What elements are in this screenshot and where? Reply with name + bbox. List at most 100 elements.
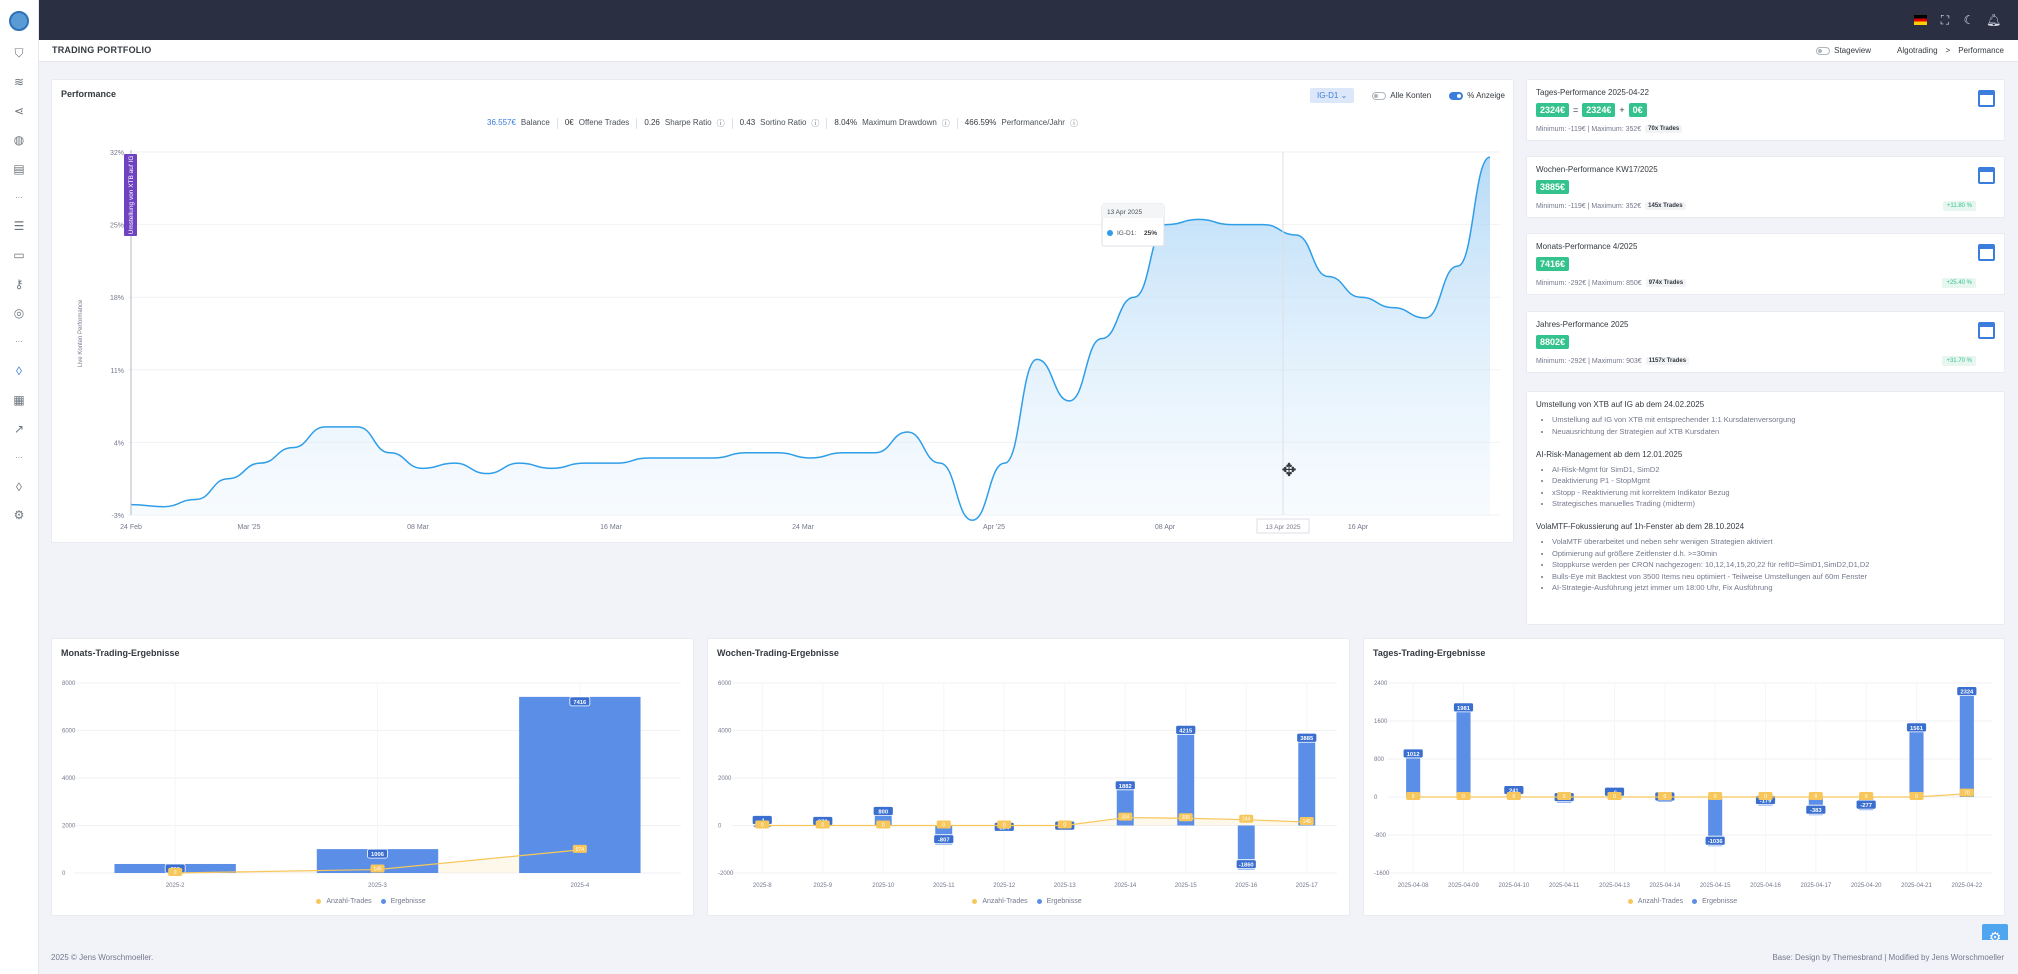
share-icon[interactable]: ⋖ xyxy=(12,104,26,118)
monthly-results-chart[interactable]: 800060004000200002025-22025-32025-438010… xyxy=(52,639,695,917)
performance-chart[interactable]: 32% 25% 18% 11% 4% -3% Live Konten Performance… xyxy=(52,124,1515,544)
result-label: 1882 xyxy=(1119,784,1132,790)
result-badge: 3885€ xyxy=(1536,180,1570,194)
perf-badges: 3885€ xyxy=(1536,180,1570,194)
y-tick-label: 2000 xyxy=(62,824,76,830)
y-tick-label: 25% xyxy=(110,223,124,230)
building-icon[interactable]: ▤ xyxy=(12,162,26,176)
result-label: -1860 xyxy=(1239,863,1254,869)
stageview-switch[interactable] xyxy=(1816,46,1831,55)
y-tick-label: 6000 xyxy=(62,729,76,735)
stageview-toggle[interactable]: Stageview xyxy=(1816,46,1871,55)
perf-summary-card: Jahres-Performance 2025 8802€ Minimum: -29… xyxy=(1526,311,2005,373)
calendar-icon[interactable] xyxy=(1978,167,1995,184)
daily-results-card: Tages-Trading-Ergebnisse 2400 1600 800 0 -80… xyxy=(1363,638,2005,916)
settings-icon[interactable]: ⚙ xyxy=(12,508,26,522)
legend-trades[interactable]: Anzahl-Trades xyxy=(1627,898,1686,905)
globe-icon[interactable]: ◍ xyxy=(12,133,26,147)
percent-switch[interactable] xyxy=(1449,91,1464,100)
footer-credits: Base: Design by Themesbrand | Modified b… xyxy=(1772,953,2004,962)
x-tick-label: 2025-10 xyxy=(872,883,895,889)
x-tick-label: 2025-9 xyxy=(813,883,832,889)
pct-badge: +25.40 % xyxy=(1942,278,1976,288)
legend-trades[interactable]: Anzahl-Trades xyxy=(316,898,374,905)
x-tick-label: Mar '25 xyxy=(237,524,260,531)
legend-results[interactable]: Ergebnisse xyxy=(380,898,429,905)
note-title: Umstellung von XTB auf IG ab dem 24.02.2… xyxy=(1536,400,1705,409)
x-tick-label: 2025-04-10 xyxy=(1498,883,1529,889)
perf-summary-card: Tages-Performance 2025-04-22 2324€ = 2324€ +… xyxy=(1526,79,2005,141)
trades-label: 0 xyxy=(1412,794,1415,800)
all-accounts-switch[interactable] xyxy=(1372,91,1387,100)
x-tick-label: 2025-17 xyxy=(1296,883,1319,889)
trades-label: 0 xyxy=(1764,794,1767,800)
moon-icon[interactable]: ☾ xyxy=(1962,13,1976,27)
result-bar xyxy=(1909,722,1924,797)
y-tick-label: 0 xyxy=(1374,795,1378,801)
german-flag-icon[interactable] xyxy=(1914,15,1927,25)
trades-badge: 70x Trades xyxy=(1645,125,1683,133)
chart-icon[interactable]: ↗ xyxy=(12,422,26,436)
location-icon[interactable]: ◎ xyxy=(12,306,26,320)
weekly-results-chart[interactable]: 6000 4000 2000 0 -2000 2025-8 2025-9 2025-10 202… xyxy=(708,639,1351,917)
footer: 2025 © Jens Worschmoeller. Base: Design … xyxy=(39,940,2018,974)
breadcrumb-algotrading[interactable]: Algotrading xyxy=(1897,46,1937,55)
note-list: Umstellung auf IG von XTB mit entspreche… xyxy=(1536,415,1996,436)
y-tick-label: -1600 xyxy=(1374,871,1390,877)
x-tick-label: 2025-04-08 xyxy=(1398,883,1429,889)
all-accounts-toggle[interactable]: Alle Konten xyxy=(1372,91,1431,100)
daily-legend: Anzahl-Trades Ergebnisse xyxy=(1364,898,2004,905)
percent-toggle[interactable]: % Anzeige xyxy=(1449,91,1505,100)
tooltip-series: IG-D1: xyxy=(1117,230,1136,237)
result-badge: 2324€ xyxy=(1536,103,1570,117)
legend-trades[interactable]: Anzahl-Trades xyxy=(972,898,1030,905)
daily-results-chart[interactable]: 2400 1600 800 0 -800 -1600 2025-04-08 2025-04-0… xyxy=(1364,639,2006,917)
note-item: Stoppkurse werden per CRON nachgezogen: … xyxy=(1552,560,1996,569)
bell-icon[interactable]: 🔔︎ xyxy=(1986,13,2001,27)
legend-trades-label: Anzahl-Trades xyxy=(1637,898,1684,905)
legend-results[interactable]: Ergebnisse xyxy=(1692,898,1740,905)
x-tick-label: 2025-04-20 xyxy=(1851,883,1882,889)
operator: = xyxy=(1573,105,1579,115)
report-icon[interactable]: ▦ xyxy=(12,393,26,407)
calendar-icon[interactable] xyxy=(1978,322,1995,339)
dots-icon: ··· xyxy=(15,452,23,462)
drop-icon[interactable]: ◊ xyxy=(12,364,26,378)
weekly-results-card: Wochen-Trading-Ergebnisse 6000 4000 2000 0-… xyxy=(707,638,1350,916)
y-tick-label: 11% xyxy=(111,368,125,375)
drop-icon[interactable]: ◊ xyxy=(12,480,26,494)
legend-results[interactable]: Ergebnisse xyxy=(1036,898,1085,905)
calendar-icon[interactable] xyxy=(1978,244,1995,261)
note-item: AI-Strategie-Ausführung jetzt immer um 1… xyxy=(1552,583,1996,592)
y-tick-label: -2000 xyxy=(718,871,734,877)
y-tick-label: 2400 xyxy=(1374,681,1388,687)
result-label: 1012 xyxy=(1407,752,1420,758)
percent-label: % Anzeige xyxy=(1467,91,1505,100)
key-icon[interactable]: ⚷ xyxy=(12,277,26,291)
result-label: -807 xyxy=(938,838,950,844)
trades-label: 0 xyxy=(174,870,177,876)
note-title: VolaMTF-Fokussierung auf 1h-Fenster ab d… xyxy=(1536,522,1745,531)
layers-icon[interactable]: ≋ xyxy=(12,75,26,89)
account-select[interactable]: IG-D1 ⌄ xyxy=(1309,88,1355,103)
fullscreen-icon[interactable]: ⛶ xyxy=(1938,13,1952,27)
perf-summary-card: Wochen-Performance KW17/2025 3885€ Minimum… xyxy=(1526,156,2005,218)
perf-minmax: Minimum: -119€ | Maximum: 352€ 145x Trade… xyxy=(1536,202,1686,210)
x-tick-label: 2025-2 xyxy=(166,883,185,889)
move-cursor-icon: ✥ xyxy=(1281,460,1296,480)
tooltip-marker xyxy=(1107,230,1113,236)
result-label: 1981 xyxy=(1457,706,1471,712)
perf-badges: 7416€ xyxy=(1536,257,1570,271)
legend-trades-label: Anzahl-Trades xyxy=(982,898,1028,905)
trades-label: 145 xyxy=(1303,819,1312,825)
sliders-icon[interactable]: ☰ xyxy=(12,219,26,233)
y-tick-label: 0 xyxy=(62,871,66,877)
x-tick-label: 2025-04-09 xyxy=(1448,883,1479,889)
tooltip-value: 25% xyxy=(1144,230,1157,237)
logo-icon[interactable] xyxy=(9,11,29,31)
folder-icon[interactable]: ▭ xyxy=(12,248,26,262)
trades-label: 70 xyxy=(1964,791,1970,797)
calendar-icon[interactable] xyxy=(1978,90,1995,107)
shield-icon[interactable]: ⛉ xyxy=(12,46,26,60)
footer-copyright: 2025 © Jens Worschmoeller. xyxy=(51,953,154,962)
